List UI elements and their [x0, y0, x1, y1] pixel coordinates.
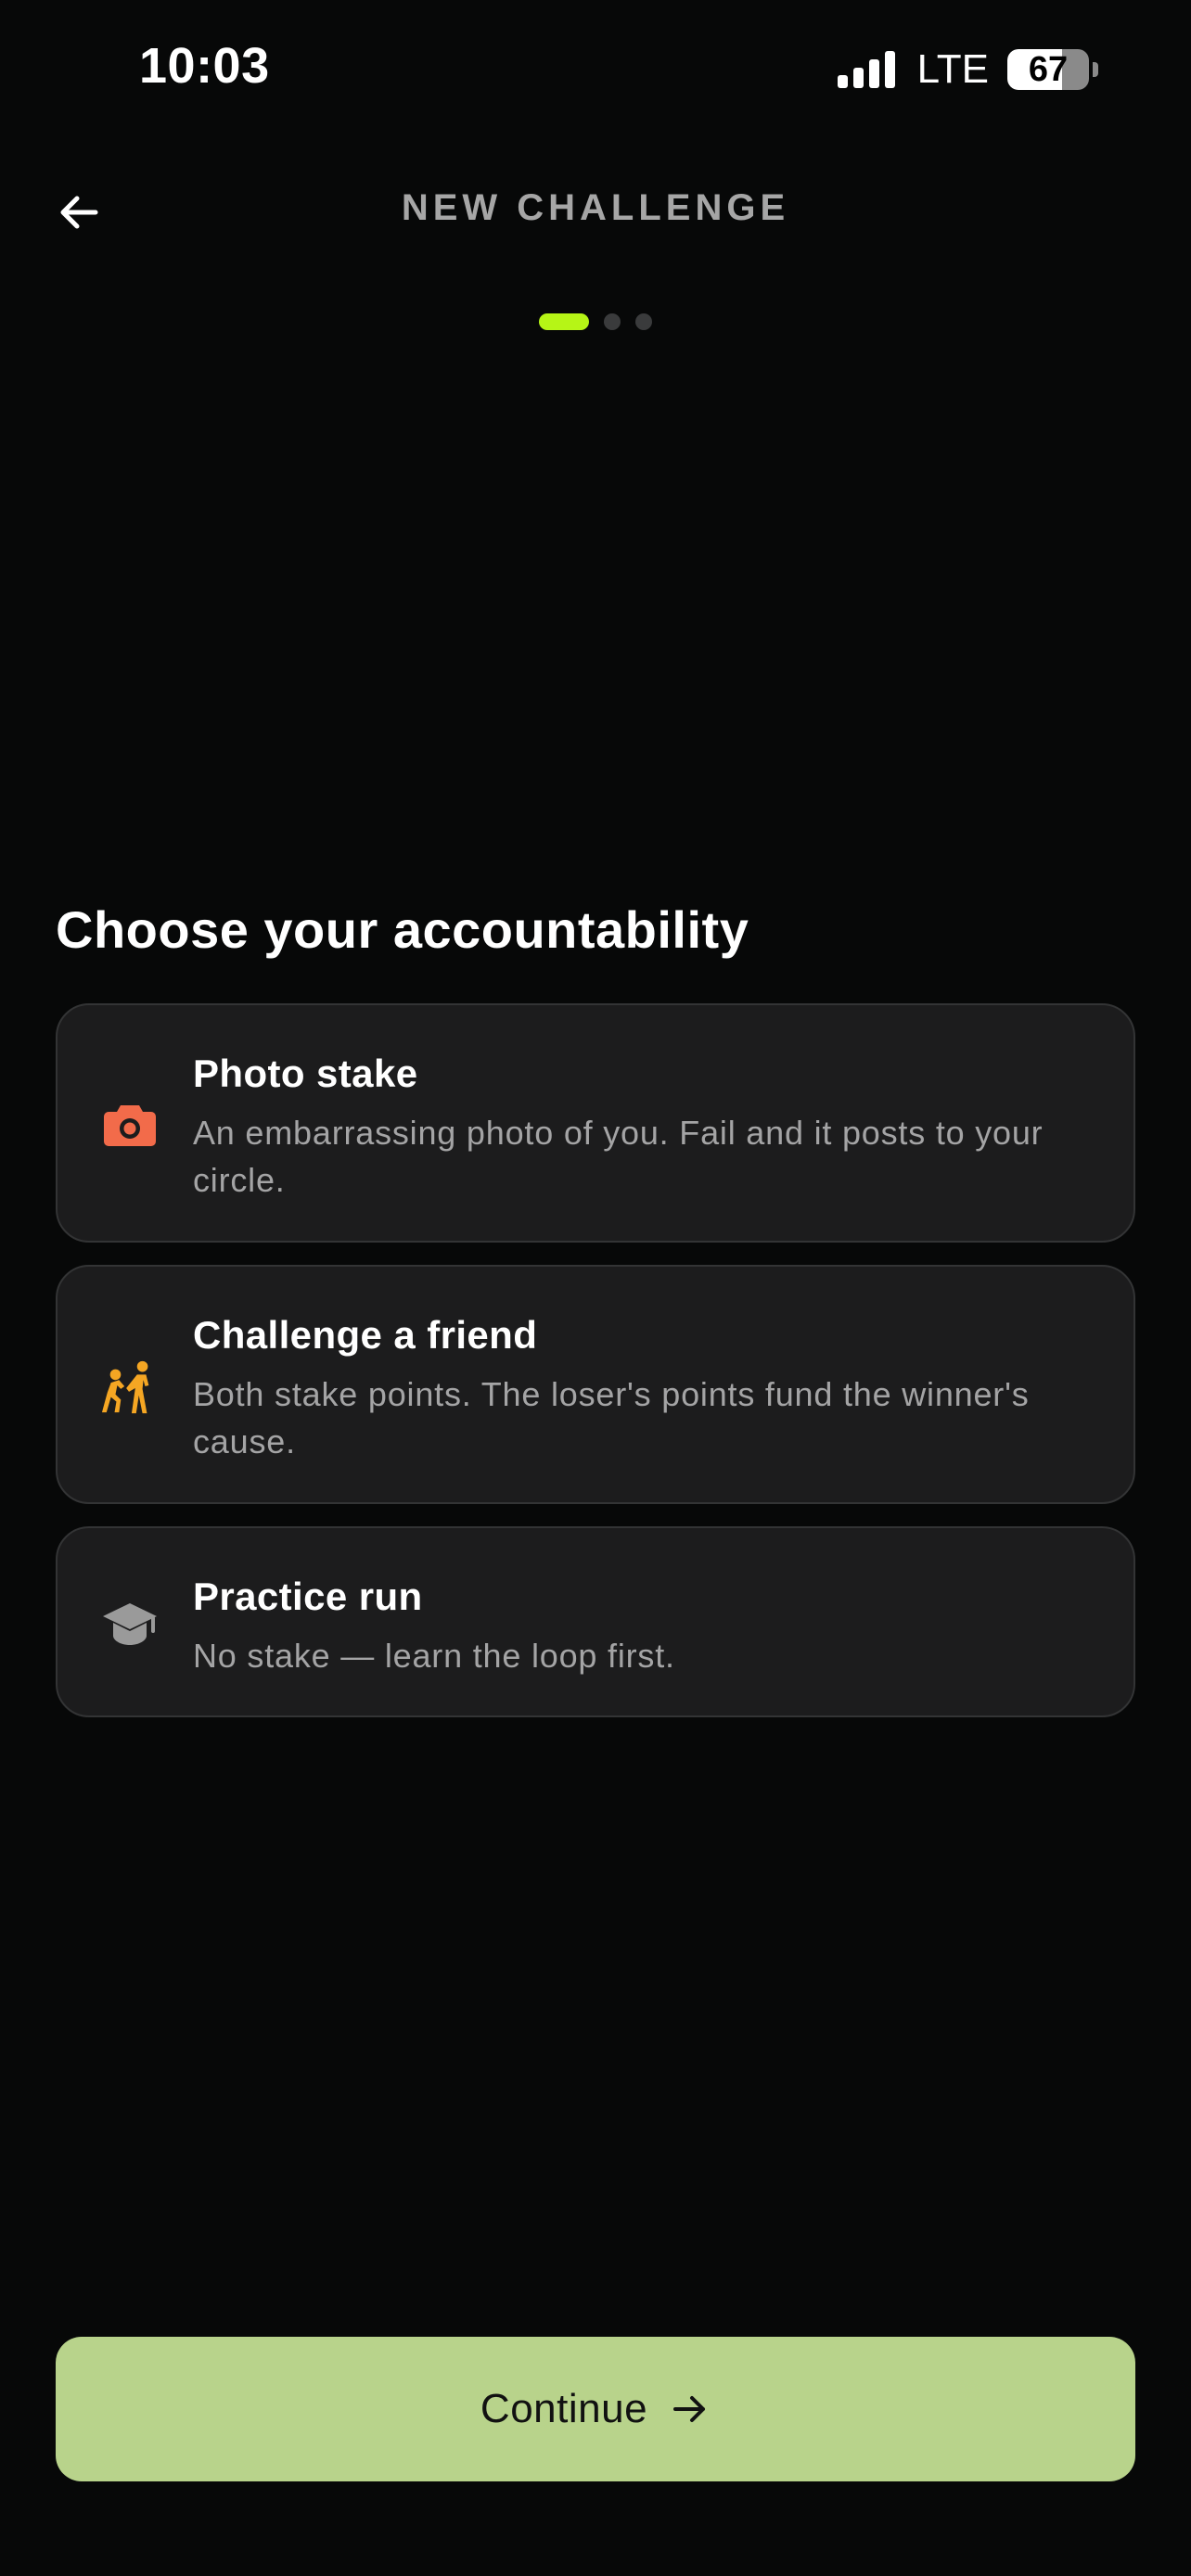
step-indicator	[0, 313, 1191, 330]
status-bar: 10:03 LTE 67	[0, 0, 1191, 139]
battery-level: 67	[1028, 49, 1069, 89]
continue-button[interactable]: Continue	[56, 2337, 1135, 2481]
step-dot-3	[635, 313, 652, 330]
status-time: 10:03	[139, 38, 270, 94]
status-indicators: LTE 67	[837, 46, 1098, 93]
option-description: No stake — learn the loop first.	[193, 1637, 675, 1675]
section-heading: Choose your accountability	[56, 900, 749, 959]
nav-bar: NEW CHALLENGE	[0, 167, 1191, 250]
option-title: Challenge a friend	[193, 1313, 538, 1357]
arrow-right-icon	[673, 2396, 706, 2422]
option-title: Practice run	[193, 1575, 423, 1618]
page-title: NEW CHALLENGE	[401, 187, 790, 228]
graduation-cap-icon	[100, 1594, 160, 1653]
camera-icon	[100, 1095, 160, 1154]
network-label: LTE	[916, 46, 989, 92]
battery-icon: 67	[1007, 49, 1089, 90]
people-icon	[100, 1357, 160, 1416]
step-dot-2	[604, 313, 621, 330]
signal-icon	[837, 51, 895, 88]
option-challenge-friend[interactable]: Challenge a friend Both stake points. Th…	[56, 1265, 1135, 1504]
option-description: Both stake points. The loser's points fu…	[193, 1375, 1030, 1460]
option-description: An embarrassing photo of you. Fail and i…	[193, 1114, 1044, 1199]
option-practice-run[interactable]: Practice run No stake — learn the loop f…	[56, 1526, 1135, 1717]
step-dot-1	[539, 313, 589, 330]
continue-label: Continue	[480, 2386, 648, 2431]
option-photo-stake[interactable]: Photo stake An embarrassing photo of you…	[56, 1003, 1135, 1243]
option-title: Photo stake	[193, 1052, 418, 1095]
battery-cap	[1093, 62, 1098, 77]
